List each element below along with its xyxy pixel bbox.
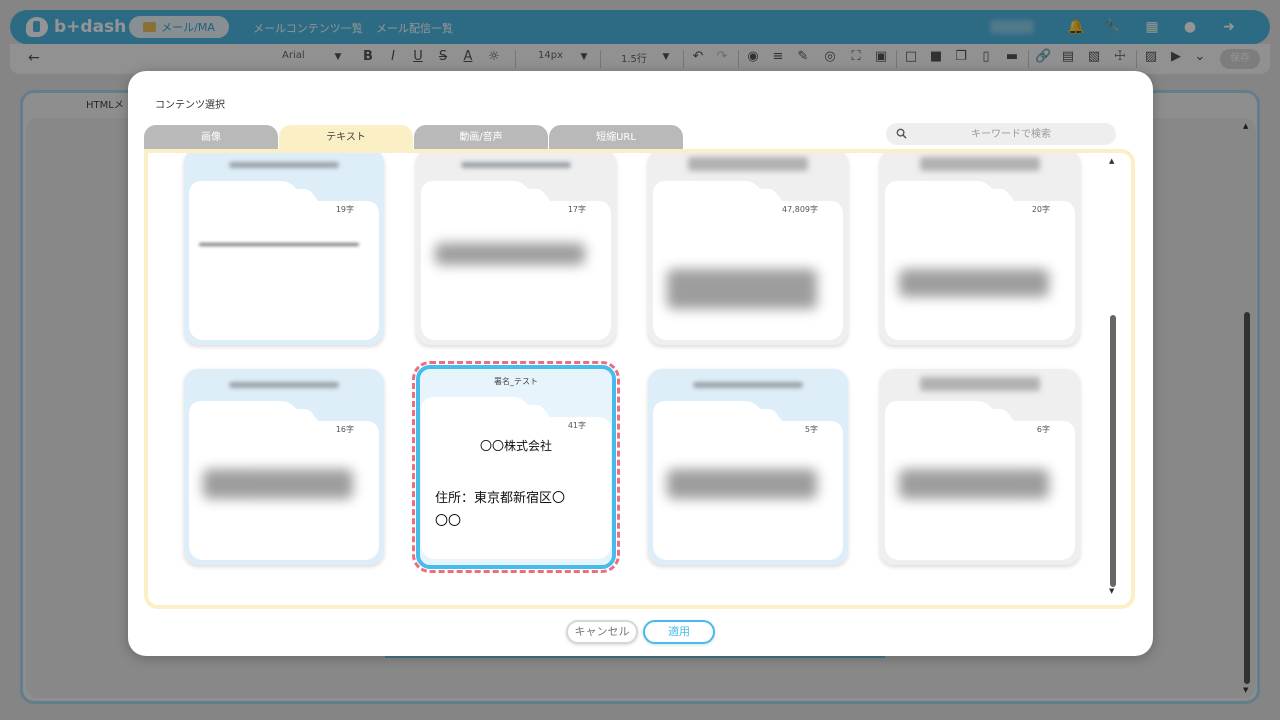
search-input[interactable] (916, 126, 1106, 142)
content-card[interactable]: 17字 (416, 153, 616, 345)
scroll-up-icon[interactable]: ▲ (1109, 157, 1114, 165)
scroll-down-icon[interactable]: ▼ (1109, 587, 1114, 595)
char-count: 19字 (335, 205, 354, 214)
card-folder: 20字 (885, 181, 1075, 340)
tab-short-url[interactable]: 短縮URL (549, 125, 683, 151)
scroll-thumb[interactable] (1110, 315, 1116, 587)
card-folder: 19字 (189, 181, 379, 340)
folder-body: 47,809字 (653, 201, 843, 340)
cancel-button[interactable]: キャンセル (566, 620, 638, 644)
card-text-line: 住所：東京都新宿区〇 (435, 491, 566, 506)
card-title: 署名_テスト (420, 376, 612, 388)
card-folder: 5字 (653, 401, 843, 560)
content-card-selected[interactable]: 署名_テスト 41字 〇〇株式会社 住所：東京都新宿区〇 〇〇 (416, 365, 616, 569)
card-text-line: 〇〇株式会社 (479, 439, 552, 453)
blurred-text (435, 243, 585, 265)
char-count: 20字 (1031, 205, 1050, 214)
card-folder: 47,809字 (653, 181, 843, 340)
card-title-blurred (648, 379, 848, 391)
char-count: 6字 (1036, 425, 1050, 434)
char-count: 41字 (567, 421, 586, 430)
char-count: 17字 (567, 205, 586, 214)
blurred-text (899, 269, 1049, 297)
content-grid: 19字 17字 47,809字 20字 16字 署名_テスト 41字 〇〇株式会… (144, 149, 1135, 609)
card-title-blurred (880, 377, 1080, 391)
blurred-text (899, 469, 1049, 499)
search-box (886, 123, 1116, 145)
blurred-text (667, 269, 817, 309)
modal-title: コンテンツ選択 (155, 100, 225, 111)
content-card[interactable]: 6字 (880, 369, 1080, 565)
content-card[interactable]: 19字 (184, 153, 384, 345)
folder-body: 20字 (885, 201, 1075, 340)
card-title-blurred (184, 159, 384, 171)
content-card[interactable]: 47,809字 (648, 153, 848, 345)
folder-body: 16字 (189, 421, 379, 560)
card-folder: 16字 (189, 401, 379, 560)
folder-body: 41字 〇〇株式会社 住所：東京都新宿区〇 〇〇 (421, 417, 611, 559)
content-card[interactable]: 5字 (648, 369, 848, 565)
content-card[interactable]: 20字 (880, 153, 1080, 345)
card-title-blurred (416, 159, 616, 171)
search-icon (896, 128, 907, 139)
tab-video-audio[interactable]: 動画/音声 (414, 125, 548, 151)
card-title-blurred (648, 157, 848, 171)
tab-image[interactable]: 画像 (144, 125, 278, 151)
card-text-line: 〇〇 (435, 514, 462, 529)
card-folder: 17字 (421, 181, 611, 340)
folder-body: 6字 (885, 421, 1075, 560)
card-folder: 41字 〇〇株式会社 住所：東京都新宿区〇 〇〇 (421, 397, 611, 559)
tab-text[interactable]: テキスト (279, 125, 413, 151)
card-title-blurred (184, 379, 384, 391)
content-select-modal: コンテンツ選択 画像 テキスト 動画/音声 短縮URL 19字 (128, 71, 1153, 656)
char-count: 16字 (335, 425, 354, 434)
apply-button[interactable]: 適用 (643, 620, 715, 644)
content-card[interactable]: 16字 (184, 369, 384, 565)
card-folder: 6字 (885, 401, 1075, 560)
folder-body: 5字 (653, 421, 843, 560)
card-title-text: 署名_テスト (494, 377, 538, 386)
folder-body: 17字 (421, 201, 611, 340)
blurred-text (199, 243, 359, 246)
card-title-blurred (880, 157, 1080, 171)
content-scrollbar[interactable]: ▲ ▼ (1108, 157, 1118, 597)
char-count: 47,809字 (782, 205, 818, 214)
blurred-text (667, 469, 817, 499)
blurred-text (203, 469, 353, 499)
folder-body: 19字 (189, 201, 379, 340)
char-count: 5字 (804, 425, 818, 434)
